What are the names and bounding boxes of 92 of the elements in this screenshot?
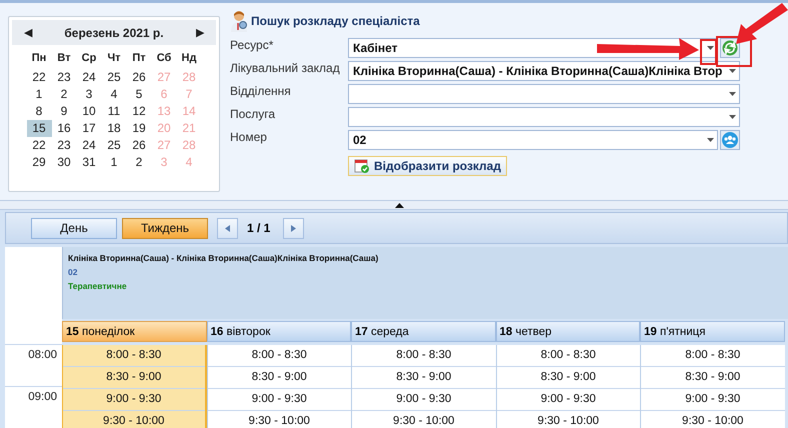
- combo-box[interactable]: 02: [348, 130, 718, 150]
- field-label: Відділення: [230, 84, 292, 98]
- weekday-label: Чт: [106, 52, 122, 64]
- time-slot[interactable]: 9:00 - 9:30: [641, 389, 784, 411]
- view-tab[interactable]: Тиждень: [122, 218, 208, 238]
- month-title: березень 2021 р.: [64, 26, 164, 40]
- prev-month-button[interactable]: ◀: [24, 26, 32, 39]
- room-number: 02: [68, 266, 78, 279]
- calendar-day[interactable]: 24: [76, 69, 102, 86]
- time-slot[interactable]: 8:30 - 9:00: [352, 367, 496, 389]
- people-button[interactable]: [720, 130, 740, 150]
- weekday-label: Пт: [131, 52, 147, 64]
- time-slot[interactable]: 9:30 - 10:00: [641, 411, 784, 428]
- people-icon: [722, 132, 738, 148]
- weekday-label: Сб: [156, 52, 172, 64]
- form-title: Пошук розкладу спеціаліста: [251, 14, 420, 28]
- calendar-day[interactable]: 23: [52, 69, 76, 86]
- calendar-day[interactable]: 19: [126, 120, 152, 137]
- calendar-day[interactable]: 25: [102, 137, 126, 154]
- left-arrow-icon: [225, 224, 230, 232]
- calendar-check-icon: [354, 158, 370, 174]
- calendar-day[interactable]: 29: [26, 154, 52, 171]
- calendar-day[interactable]: 24: [76, 137, 102, 154]
- field-label: Номер: [230, 130, 268, 144]
- previous-page-button[interactable]: [217, 218, 238, 238]
- field-label: Послуга: [230, 107, 276, 121]
- dropdown-icon: [729, 69, 736, 73]
- combo-box[interactable]: [348, 84, 740, 104]
- page-counter: 1 / 1: [247, 221, 270, 235]
- calendar-day[interactable]: 22: [26, 137, 52, 154]
- calendar-day[interactable]: 12: [126, 103, 152, 120]
- time-slot[interactable]: 9:30 - 10:00: [63, 411, 204, 428]
- right-arrow-icon: [291, 224, 296, 232]
- pointer-arrow: [736, 3, 788, 44]
- day-header[interactable]: 17 середа: [351, 321, 496, 342]
- calendar-day[interactable]: 15: [26, 120, 52, 137]
- time-slot[interactable]: 9:00 - 9:30: [352, 389, 496, 411]
- calendar-day[interactable]: 18: [102, 120, 126, 137]
- calendar-day[interactable]: 23: [52, 137, 76, 154]
- calendar-day[interactable]: 1: [26, 86, 52, 103]
- refresh-button[interactable]: [720, 38, 740, 58]
- calendar-day[interactable]: 31: [76, 154, 102, 171]
- weekday-label: Ср: [80, 52, 98, 64]
- weekday-label: Вт: [56, 52, 72, 64]
- hour-label: 09:00: [28, 391, 57, 405]
- calendar-day[interactable]: 2: [52, 86, 76, 103]
- calendar-day[interactable]: 2: [126, 154, 152, 171]
- calendar-day[interactable]: 16: [52, 120, 76, 137]
- weekday-label: Нд: [180, 52, 198, 64]
- time-slot[interactable]: 8:00 - 8:30: [641, 345, 784, 367]
- field-label: Лікувальний заклад: [230, 61, 341, 75]
- calendar-day[interactable]: 5: [126, 86, 152, 103]
- combo-box[interactable]: Клініка Вторинна(Саша) - Клініка Вторинна(Саша)Клініка Втор: [348, 61, 740, 81]
- show-schedule-button[interactable]: Відобразити розклад: [348, 156, 507, 176]
- time-slot[interactable]: 8:00 - 8:30: [63, 345, 204, 367]
- department-name: Терапевтичне: [68, 280, 127, 293]
- collapse-icon[interactable]: [394, 202, 404, 208]
- calendar-day[interactable]: 25: [102, 69, 126, 86]
- next-month-button[interactable]: ▶: [196, 26, 204, 39]
- day-header[interactable]: 19 п'ятниця: [640, 321, 784, 342]
- time-slot[interactable]: 9:00 - 9:30: [63, 389, 204, 411]
- combo-box[interactable]: [348, 107, 740, 127]
- calendar-day[interactable]: 26: [126, 69, 152, 86]
- hour-label: 08:00: [28, 349, 57, 363]
- day-header[interactable]: 16 вівторок: [206, 321, 351, 342]
- calendar-day[interactable]: 17: [76, 120, 102, 137]
- weekday-label: Пн: [30, 52, 48, 64]
- calendar-day[interactable]: 10: [76, 103, 102, 120]
- calendar-day[interactable]: 26: [126, 137, 152, 154]
- time-slot[interactable]: 8:00 - 8:30: [352, 345, 496, 367]
- calendar-day[interactable]: 11: [102, 103, 126, 120]
- refresh-icon: [722, 40, 738, 56]
- dropdown-icon: [729, 115, 736, 119]
- day-header[interactable]: 18 четвер: [496, 321, 640, 342]
- dropdown-icon: [707, 46, 714, 50]
- calendar-day[interactable]: 9: [52, 103, 76, 120]
- time-slot[interactable]: 8:30 - 9:00: [63, 367, 204, 389]
- calendar-day[interactable]: 30: [52, 154, 76, 171]
- time-slot[interactable]: 8:30 - 9:00: [641, 367, 784, 389]
- calendar-day[interactable]: 3: [76, 86, 102, 103]
- calendar-day[interactable]: 4: [102, 86, 126, 103]
- day-header[interactable]: 15 понеділок: [62, 321, 206, 342]
- clinic-name: Клініка Вторинна(Саша) - Клініка Вторинна(Саша)Клініка Вторинна(Саша): [68, 252, 378, 265]
- dropdown-icon: [729, 92, 736, 96]
- calendar-day[interactable]: 1: [102, 154, 126, 171]
- dropdown-icon: [707, 138, 714, 142]
- field-label: Ресурс*: [230, 38, 274, 52]
- next-page-button[interactable]: [283, 218, 304, 238]
- calendar-day[interactable]: 22: [26, 69, 52, 86]
- doctor-icon: [230, 10, 250, 32]
- view-tab[interactable]: День: [31, 218, 117, 238]
- calendar-day[interactable]: 8: [26, 103, 52, 120]
